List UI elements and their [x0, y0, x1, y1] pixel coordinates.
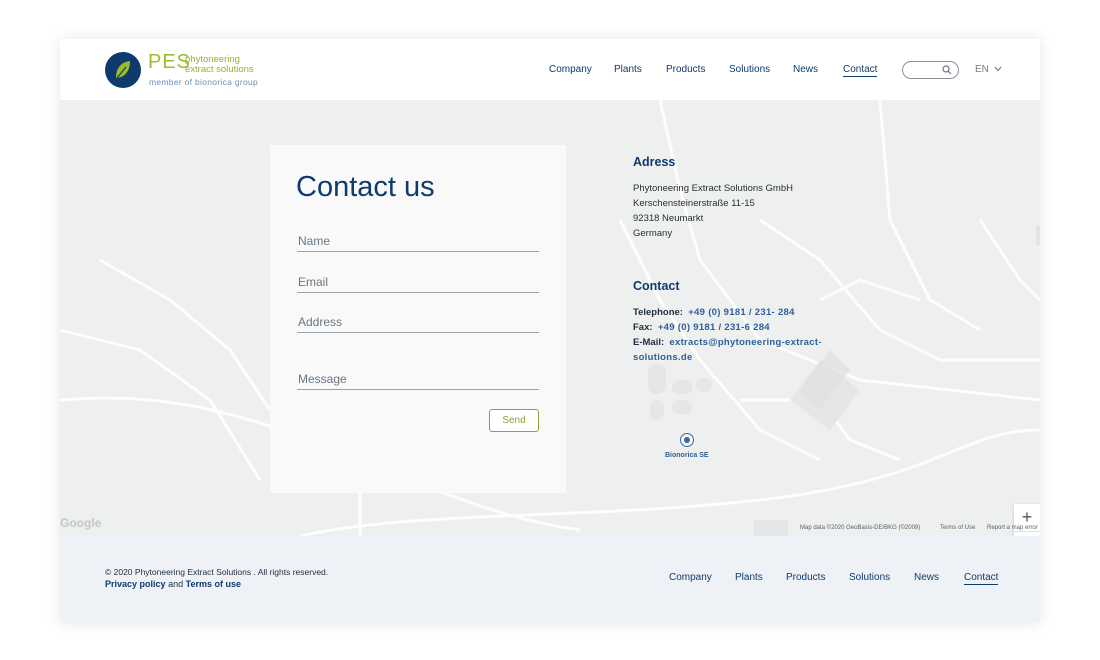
legal-links: Privacy policy and Terms of use [105, 579, 241, 589]
nav-item-solutions[interactable]: Solutions [729, 64, 770, 75]
footer-nav-solutions[interactable]: Solutions [849, 572, 890, 583]
email-link[interactable]: extracts@phytoneering-extract- [669, 337, 821, 348]
search-input[interactable] [902, 61, 959, 79]
language-selector[interactable]: EN [975, 64, 1002, 75]
map-terms-link[interactable]: Terms of Use [940, 525, 975, 531]
nav-item-plants[interactable]: Plants [614, 64, 642, 75]
address-line: Germany [633, 228, 673, 239]
logo-tagline: member of bionorica group [149, 77, 259, 87]
footer-nav-company[interactable]: Company [669, 572, 712, 583]
copyright: © 2020 Phytoneering Extract Solutions . … [105, 567, 329, 577]
logo-line2: extract solutions [185, 64, 254, 75]
telephone-link[interactable]: +49 (0) 9181 / 231- 284 [688, 307, 794, 318]
contact-form: Contact us Name Email Address Message Se… [270, 145, 566, 493]
email-row-continued: solutions.de [633, 352, 693, 363]
footer-nav-plants[interactable]: Plants [735, 572, 763, 583]
email-row: E-Mail: extracts@phytoneering-extract- [633, 337, 822, 348]
page: PES phytoneering extract solutions membe… [60, 39, 1040, 623]
address-heading: Adress [633, 155, 676, 169]
form-title: Contact us [296, 171, 435, 203]
google-logo: Google [60, 516, 102, 530]
nav-item-products[interactable]: Products [666, 64, 705, 75]
nav-item-contact[interactable]: Contact [843, 64, 878, 77]
email-field[interactable]: Email [297, 272, 539, 293]
address-line: Kerschensteinerstraße 11-15 [633, 198, 755, 209]
map-attribution: Map data ©2020 GeoBasis-DE/BKG (©2009) [800, 525, 921, 531]
fax-row: Fax: +49 (0) 9181 / 231-6 284 [633, 322, 770, 333]
search-icon[interactable] [942, 65, 952, 75]
map-report-link[interactable]: Report a map error [987, 525, 1038, 531]
map-marker-icon[interactable] [680, 433, 694, 447]
terms-of-use-link[interactable]: Terms of use [186, 579, 241, 589]
leaf-logo-icon [105, 52, 141, 88]
logo[interactable]: PES phytoneering extract solutions membe… [105, 51, 275, 90]
telephone-label: Telephone: [633, 307, 683, 318]
nav-item-news[interactable]: News [793, 64, 818, 75]
map-marker-label: Bionorica SE [665, 452, 709, 459]
fax-label: Fax: [633, 322, 653, 333]
send-button[interactable]: Send [489, 409, 539, 432]
address-line: 92318 Neumarkt [633, 213, 704, 224]
footer-nav-contact[interactable]: Contact [964, 572, 999, 585]
name-placeholder: Name [298, 234, 331, 248]
message-field[interactable]: Message [297, 369, 539, 390]
email-link-continued[interactable]: solutions.de [633, 352, 693, 363]
email-placeholder: Email [298, 275, 329, 289]
telephone-row: Telephone: +49 (0) 9181 / 231- 284 [633, 307, 795, 318]
name-field[interactable]: Name [297, 231, 539, 252]
site-header: PES phytoneering extract solutions membe… [60, 39, 1040, 100]
nav-item-company[interactable]: Company [549, 64, 592, 75]
address-placeholder: Address [298, 315, 343, 329]
footer-nav-news[interactable]: News [914, 572, 939, 583]
chevron-down-icon [994, 66, 1002, 72]
and-text: and [168, 579, 184, 589]
map-zoom-control: + − [1014, 504, 1040, 536]
contact-heading: Contact [633, 279, 680, 293]
site-footer: © 2020 Phytoneering Extract Solutions . … [60, 536, 1040, 623]
address-field[interactable]: Address [297, 312, 539, 333]
footer-nav-products[interactable]: Products [786, 572, 825, 583]
map-background[interactable]: Contact us Name Email Address Message Se… [60, 100, 1040, 536]
privacy-policy-link[interactable]: Privacy policy [105, 579, 166, 589]
address-line: Phytoneering Extract Solutions GmbH [633, 183, 793, 194]
message-placeholder: Message [298, 372, 347, 386]
email-label: E-Mail: [633, 337, 665, 348]
language-label: EN [975, 64, 989, 75]
fax-value: +49 (0) 9181 / 231-6 284 [657, 322, 770, 333]
